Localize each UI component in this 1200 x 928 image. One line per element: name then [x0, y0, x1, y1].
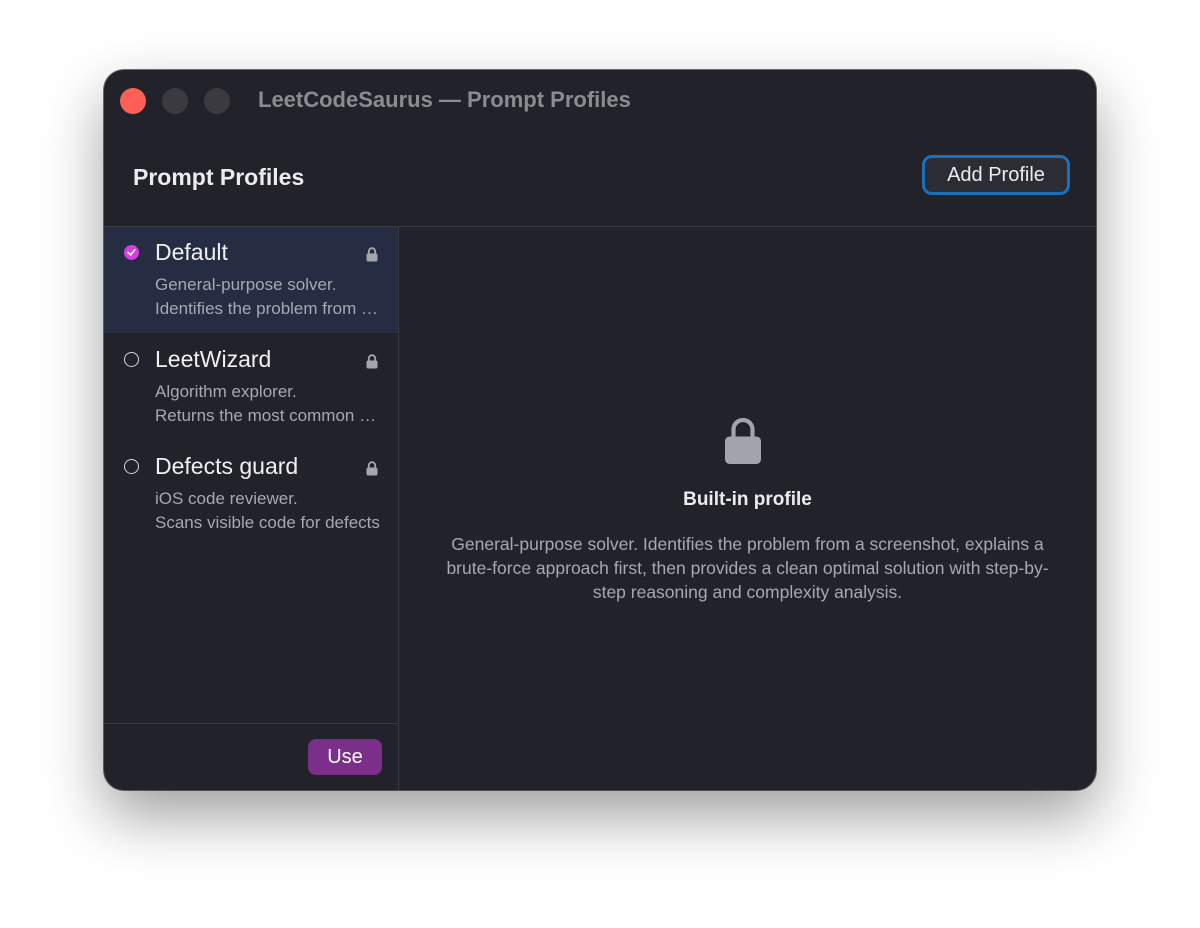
profile-item-leetwizard[interactable]: LeetWizard Algorithm explorer. Returns t…	[104, 334, 398, 440]
lock-icon	[366, 461, 378, 481]
profile-description-line: Identifies the problem from a screenshot…	[155, 299, 380, 318]
use-profile-button[interactable]: Use	[308, 739, 382, 775]
sidebar-footer: Use	[104, 723, 398, 790]
profile-description: iOS code reviewer. Scans visible code fo…	[155, 487, 380, 535]
lock-icon	[366, 354, 378, 374]
minimize-window-button[interactable]	[162, 88, 188, 114]
profile-description-line: Algorithm explorer.	[155, 382, 297, 401]
radio-unselected-icon[interactable]	[124, 352, 139, 367]
detail-title: Built-in profile	[683, 489, 812, 510]
add-profile-button[interactable]: Add Profile	[922, 155, 1070, 195]
profile-description: General-purpose solver. Identifies the p…	[155, 273, 380, 321]
title-bar[interactable]: LeetCodeSaurus — Prompt Profiles	[104, 70, 1096, 132]
lock-icon	[724, 415, 762, 470]
radio-unselected-icon[interactable]	[124, 459, 139, 474]
zoom-window-button[interactable]	[204, 88, 230, 114]
page-header: Prompt Profiles Add Profile	[104, 132, 1096, 227]
profile-description-line: General-purpose solver.	[155, 275, 337, 294]
profile-item-defects-guard[interactable]: Defects guard iOS code reviewer. Scans v…	[104, 441, 398, 547]
lock-icon	[366, 247, 378, 267]
close-window-button[interactable]	[120, 88, 146, 114]
profile-description-line: Scans visible code for defects	[155, 513, 380, 532]
profile-list: Default General-purpose solver. Identifi…	[104, 227, 399, 790]
profile-description-line: iOS code reviewer.	[155, 489, 298, 508]
window-title: LeetCodeSaurus — Prompt Profiles	[258, 87, 631, 112]
page-title: Prompt Profiles	[133, 164, 305, 190]
profile-description-line: Returns the most common approaches	[155, 406, 380, 425]
profile-name: Default	[155, 239, 228, 265]
radio-selected-icon[interactable]	[124, 245, 139, 260]
app-window: LeetCodeSaurus — Prompt Profiles Prompt …	[104, 70, 1096, 790]
profile-detail-panel: Built-in profile General-purpose solver.…	[399, 227, 1096, 790]
detail-description: General-purpose solver. Identifies the p…	[446, 534, 1049, 602]
profile-item-default[interactable]: Default General-purpose solver. Identifi…	[104, 227, 398, 333]
profile-description: Algorithm explorer. Returns the most com…	[155, 380, 380, 428]
profile-name: Defects guard	[155, 453, 299, 479]
profile-name: LeetWizard	[155, 346, 272, 372]
